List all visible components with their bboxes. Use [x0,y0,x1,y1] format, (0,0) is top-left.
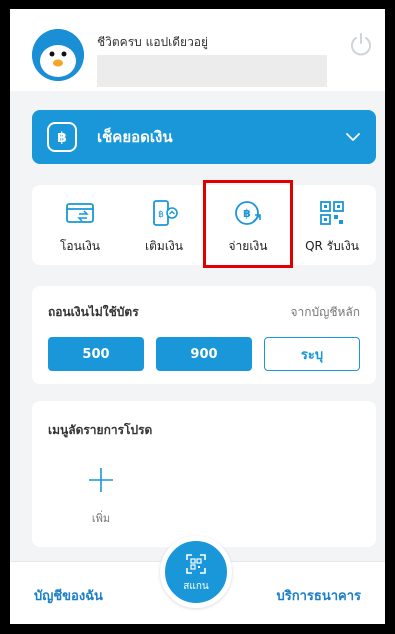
action-label: QR รับเงิน [305,239,359,253]
baht-icon: ฿ [47,122,77,152]
action-label: จ่ายเงิน [228,239,268,253]
amount-500-button[interactable]: 500 [48,337,144,371]
scan-icon [186,554,206,574]
account-name-redacted [97,55,327,87]
penguin-mascot-icon [32,29,84,81]
chevron-down-icon[interactable] [344,128,362,146]
action-label: โอนเงิน [59,239,101,253]
svg-text:฿: ฿ [158,210,164,220]
topup-icon: ฿ [153,200,178,226]
action-pay[interactable]: ฿ จ่ายเงิน [210,185,286,265]
balance-check-label: เช็คยอดเงิน [97,128,173,146]
header: ชีวิตครบ แอปเดียวอยู่ [10,9,385,91]
greeting-text: ชีวิตครบ แอปเดียวอยู่ [97,35,209,49]
pay-icon: ฿ [235,201,261,225]
scan-button[interactable]: สแกน [160,536,232,608]
svg-text:฿: ฿ [57,130,67,146]
action-transfer[interactable]: โอนเงิน [42,185,118,265]
amount-900-button[interactable]: 900 [156,337,252,371]
avatar[interactable] [32,29,84,81]
amount-custom-button[interactable]: ระบุ [264,337,360,371]
favorites-title: เมนูลัดรายการโปรด [48,423,153,437]
app-screen: ชีวิตครบ แอปเดียวอยู่ ฿ เช็คยอดเงิน โอนเ… [10,9,385,624]
quick-actions-card: โอนเงิน ฿ เติมเงิน ฿ จ่ายเงิน QR รับเงิน [32,180,376,268]
add-favorite-label[interactable]: เพิ่ม [78,509,124,527]
cardless-withdrawal-card: ถอนเงินไม่ใช้บัตร จากบัญชีหลัก 500 900 ร… [32,286,376,384]
plus-icon[interactable] [86,465,116,495]
withdraw-source[interactable]: จากบัญชีหลัก [290,303,360,322]
qr-receive-icon [320,201,344,225]
nav-my-account[interactable]: บัญชีของฉัน [34,585,103,606]
nav-bank-services[interactable]: บริการธนาคาร [277,585,362,606]
action-topup[interactable]: ฿ เติมเงิน [126,185,202,265]
power-icon[interactable] [348,31,374,57]
balance-check-bar[interactable]: ฿ เช็คยอดเงิน [32,110,376,164]
action-label: เติมเงิน [145,239,183,253]
svg-text:฿: ฿ [243,207,251,220]
action-qr-receive[interactable]: QR รับเงิน [294,185,370,265]
scan-label: สแกน [183,581,209,592]
favorites-card: เมนูลัดรายการโปรด เพิ่ม [32,401,376,547]
withdraw-title: ถอนเงินไม่ใช้บัตร [48,305,139,319]
transfer-icon [66,203,94,223]
